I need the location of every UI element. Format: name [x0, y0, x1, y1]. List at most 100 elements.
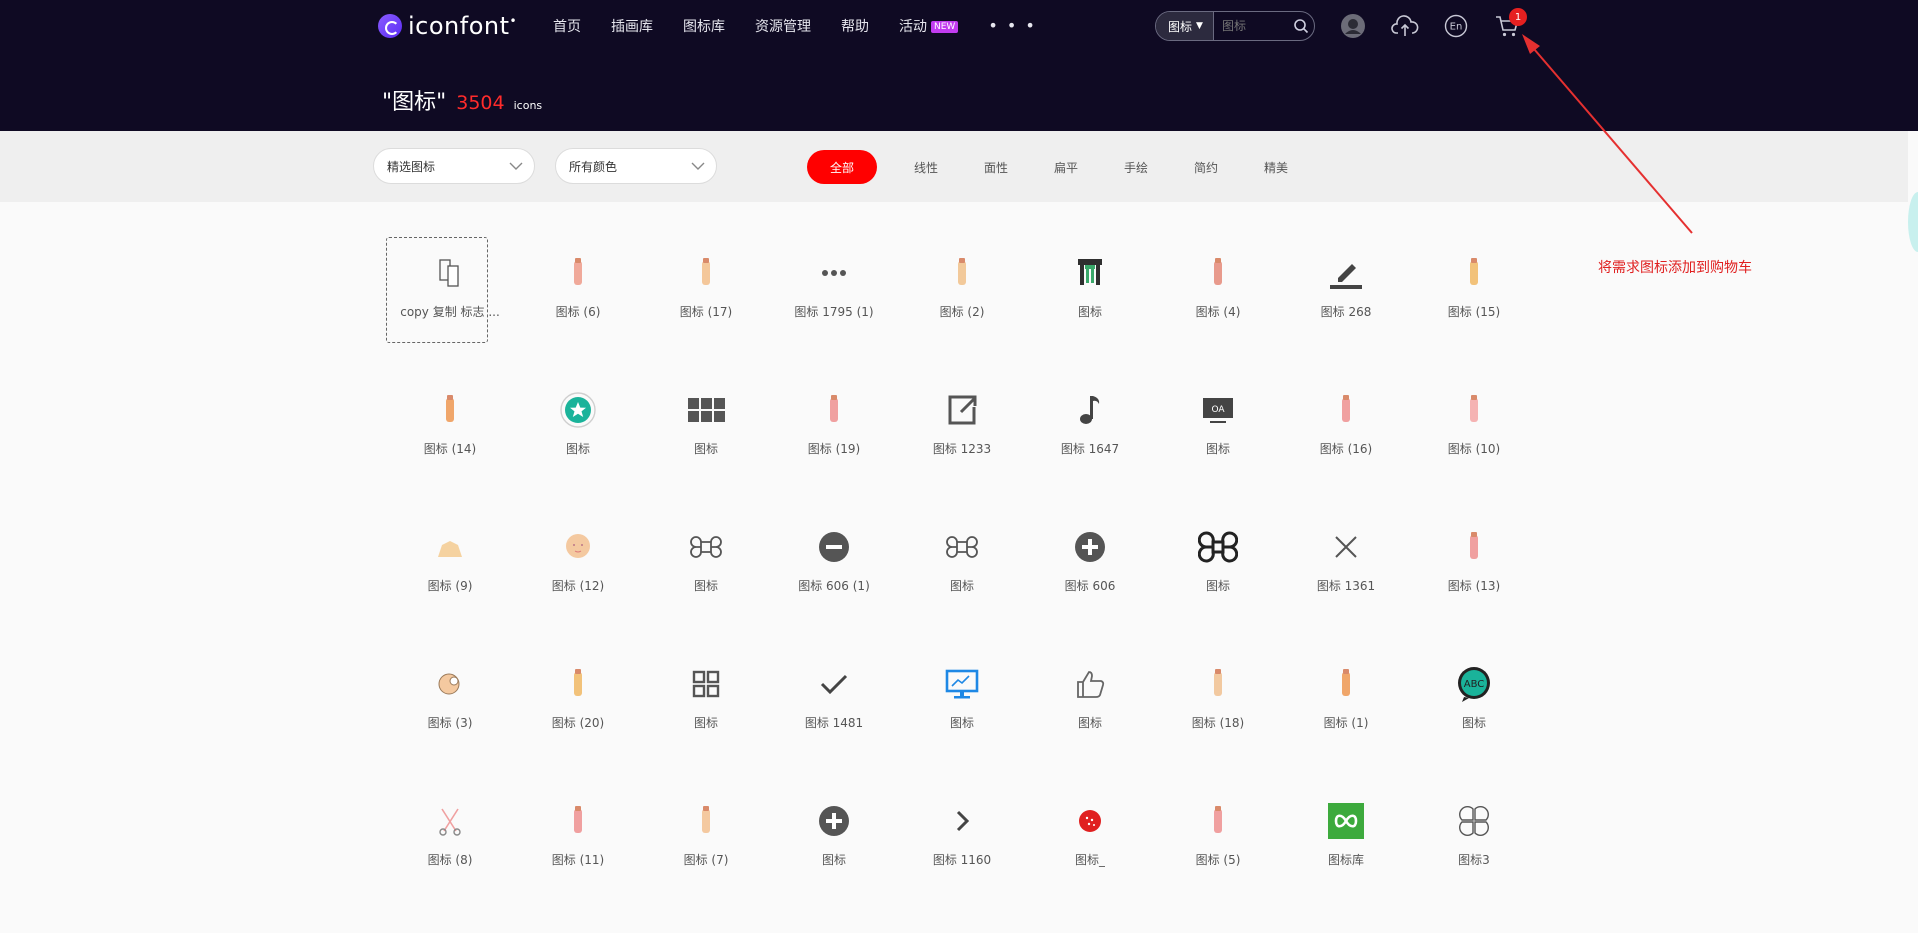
icon-card[interactable]: 图标 268 [1282, 237, 1410, 374]
icon-card[interactable]: 图标 (19) [770, 374, 898, 511]
plus-circle-icon [1070, 527, 1110, 567]
icon-card[interactable]: 图标 (10) [1410, 374, 1538, 511]
icon-card[interactable]: 图标 [514, 374, 642, 511]
icon-card[interactable]: 图标 (1) [1282, 648, 1410, 785]
cosmetic-pad-icon [686, 801, 726, 841]
icon-card[interactable]: 图标 [1154, 511, 1282, 648]
icon-card[interactable]: 图标 606 [1026, 511, 1154, 648]
icon-card[interactable]: 图标 (13) [1410, 511, 1538, 648]
command-small-icon [942, 527, 982, 567]
icon-card[interactable]: 图标 (15) [1410, 237, 1538, 374]
nav-item-activity[interactable]: 活动 NEW [899, 16, 959, 36]
icon-card-label: 图标 [1077, 716, 1102, 730]
icon-card-label: 图标 1160 [932, 853, 992, 867]
icon-card[interactable]: 图标 (12) [514, 511, 642, 648]
iconfont-logo[interactable]: iconfont• [378, 12, 517, 40]
star-badge-icon [558, 390, 598, 430]
oa-screen-icon: OA [1198, 390, 1238, 430]
user-avatar-icon[interactable] [1339, 12, 1367, 40]
tab-flat[interactable]: 扁平 [1031, 150, 1101, 184]
icon-card[interactable]: copy 复制 标志 ... [386, 237, 514, 374]
icon-card[interactable]: 图标 [642, 648, 770, 785]
icon-card[interactable]: 图标 [898, 648, 1026, 785]
chevron-down-icon: ▼ [1196, 21, 1203, 31]
icon-card[interactable]: OA 图标 [1154, 374, 1282, 511]
icon-card[interactable]: 图标 (7) [642, 785, 770, 922]
icon-card[interactable]: 图标 (6) [514, 237, 642, 374]
icon-card[interactable]: 图标 (11) [514, 785, 642, 922]
external-link-icon [942, 390, 982, 430]
icon-type-select[interactable]: 精选图标 [373, 148, 535, 184]
icon-card[interactable]: 图标 [898, 511, 1026, 648]
music-note-icon [1070, 390, 1110, 430]
icon-card[interactable]: 图标 1481 [770, 648, 898, 785]
icon-card[interactable]: 图标3 [1410, 785, 1538, 922]
tab-exquisite[interactable]: 精美 [1241, 150, 1311, 184]
lipstick-tall-icon [1454, 527, 1494, 567]
icon-card[interactable]: 图标 [642, 374, 770, 511]
icon-card[interactable]: ABC 图标 [1410, 648, 1538, 785]
icon-card[interactable]: 图标 (18) [1154, 648, 1282, 785]
tab-linear[interactable]: 线性 [891, 150, 961, 184]
icon-card[interactable]: 图标 1160 [898, 785, 1026, 922]
icon-card-label: 图标3 [1458, 853, 1490, 867]
icon-card[interactable]: 图标 1795 (1) [770, 237, 898, 374]
nav-item-illustrations[interactable]: 插画库 [611, 16, 653, 36]
icon-card[interactable]: 图标 606 (1) [770, 511, 898, 648]
nav-item-resource-management[interactable]: 资源管理 [755, 16, 811, 36]
close-x-icon [1326, 527, 1366, 567]
tab-hand-drawn[interactable]: 手绘 [1101, 150, 1171, 184]
tab-filled[interactable]: 面性 [961, 150, 1031, 184]
icon-card[interactable]: 图标 (14) [386, 374, 514, 511]
icon-card-label: 图标库 [1327, 853, 1364, 867]
grid-blocks-icon [686, 390, 726, 430]
nav-item-help[interactable]: 帮助 [841, 16, 869, 36]
icon-card-label: 图标 [949, 716, 974, 730]
icon-card[interactable]: 图标 (16) [1282, 374, 1410, 511]
tab-all[interactable]: 全部 [807, 150, 877, 184]
icon-card[interactable]: 图标 1233 [898, 374, 1026, 511]
icon-card[interactable]: 图标 [770, 785, 898, 922]
icon-card[interactable]: 图标 1647 [1026, 374, 1154, 511]
icon-card[interactable]: 图标 (5) [1154, 785, 1282, 922]
logo-mark-icon [378, 14, 402, 38]
plus-circle-dark-icon [814, 801, 854, 841]
chevron-down-icon [508, 158, 524, 177]
gate-icon [1070, 253, 1110, 293]
icon-card[interactable]: 图标 (4) [1154, 237, 1282, 374]
upload-cloud-icon[interactable] [1391, 12, 1419, 40]
more-menu-button[interactable]: • • • [988, 16, 1036, 36]
icon-card[interactable]: 图标 [1026, 237, 1154, 374]
search-query: "图标" [382, 90, 447, 115]
search-input[interactable] [1213, 12, 1288, 40]
search-icon[interactable] [1288, 12, 1314, 40]
icon-card[interactable]: 图标 1361 [1282, 511, 1410, 648]
icon-card-label: 图标 1361 [1316, 579, 1376, 593]
foundation-bottle-icon [686, 253, 726, 293]
chevron-right-icon [942, 801, 982, 841]
icon-card-label: 图标 (9) [427, 579, 473, 593]
icon-card[interactable]: 图标 [1026, 648, 1154, 785]
makeup-pencil-icon [1454, 253, 1494, 293]
nav-item-home[interactable]: 首页 [553, 16, 581, 36]
color-select[interactable]: 所有颜色 [555, 148, 717, 184]
tab-simple[interactable]: 简约 [1171, 150, 1241, 184]
icon-card[interactable]: 图标 [642, 511, 770, 648]
icon-card[interactable]: 图标 (2) [898, 237, 1026, 374]
icon-card-label: 图标 (5) [1195, 853, 1241, 867]
search-type-select[interactable]: 图标 ▼ [1156, 12, 1214, 40]
icon-card-label: 图标 (6) [555, 305, 601, 319]
check-icon [814, 664, 854, 704]
icon-card[interactable]: 图标库 [1282, 785, 1410, 922]
icon-card[interactable]: 图标 (20) [514, 648, 642, 785]
language-en-icon[interactable]: En [1442, 12, 1470, 40]
icon-card-label: 图标 (2) [939, 305, 985, 319]
scrollbar-handle[interactable] [1908, 192, 1918, 252]
icon-card[interactable]: 图标 (3) [386, 648, 514, 785]
icon-card[interactable]: 图标_ [1026, 785, 1154, 922]
icon-card[interactable]: 图标 (9) [386, 511, 514, 648]
icon-card[interactable]: 图标 (8) [386, 785, 514, 922]
icon-card[interactable]: 图标 (17) [642, 237, 770, 374]
nav-item-icon-library[interactable]: 图标库 [683, 16, 725, 36]
hat-box-icon [430, 527, 470, 567]
